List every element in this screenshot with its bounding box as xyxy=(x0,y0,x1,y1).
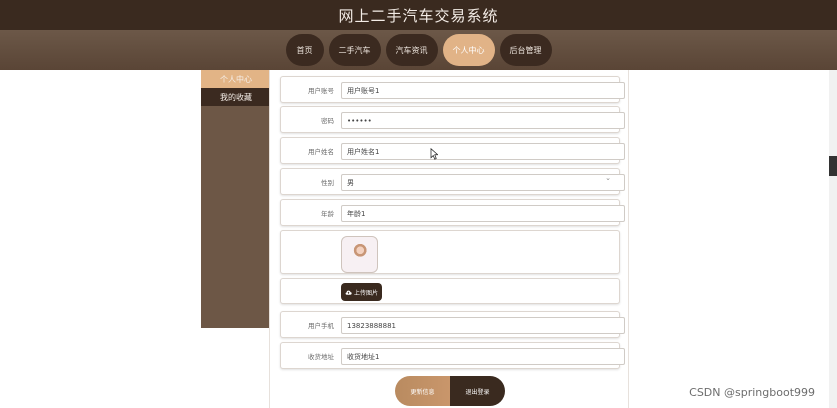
gender-label: 性别 xyxy=(321,179,334,187)
nav-home[interactable]: 首页 xyxy=(285,34,324,66)
nav-car-news[interactable]: 汽车资讯 xyxy=(385,34,438,66)
password-label: 密码 xyxy=(321,117,334,125)
name-label: 用户姓名 xyxy=(308,148,334,156)
page-scrollbar[interactable] xyxy=(829,70,837,408)
form-actions: 更新信息 退出登录 xyxy=(395,376,505,406)
avatar-row xyxy=(280,230,620,274)
address-row: 收货地址 收货地址1 xyxy=(280,342,625,369)
page-title: 网上二手汽车交易系统 xyxy=(338,6,499,25)
top-nav: 首页 二手汽车 汽车资讯 个人中心 后台管理 xyxy=(0,30,837,70)
app-header: 网上二手汽车交易系统 xyxy=(0,0,837,30)
phone-label: 用户手机 xyxy=(308,322,334,330)
mouse-pointer-icon xyxy=(430,148,438,160)
main-content: 个人中心 我的收藏 用户账号 用户账号1 密码 •••••• 用户姓名 用户姓名… xyxy=(0,70,837,408)
profile-panel: 用户账号 用户账号1 密码 •••••• 用户姓名 用户姓名1 性别 男 ⌄ 年… xyxy=(269,70,629,408)
upload-image-label: 上传图片 xyxy=(354,289,379,297)
name-input[interactable]: 用户姓名1 xyxy=(341,143,625,160)
watermark: CSDN @springboot999 xyxy=(689,386,815,399)
phone-row: 用户手机 13823888881 xyxy=(280,311,625,338)
update-info-button[interactable]: 更新信息 xyxy=(395,376,450,406)
nav-personal-center[interactable]: 个人中心 xyxy=(442,34,495,66)
password-input[interactable]: •••••• xyxy=(341,112,625,129)
gender-select[interactable]: 男 xyxy=(341,174,625,191)
age-input[interactable]: 年龄1 xyxy=(341,205,625,222)
age-label: 年龄 xyxy=(321,210,334,218)
password-row: 密码 •••••• xyxy=(280,106,625,133)
account-label: 用户账号 xyxy=(308,87,334,95)
upload-cloud-icon xyxy=(345,290,352,295)
chevron-down-icon[interactable]: ⌄ xyxy=(605,174,611,182)
phone-input[interactable]: 13823888881 xyxy=(341,317,625,334)
age-row: 年龄 年龄1 xyxy=(280,199,625,226)
scrollbar-thumb[interactable] xyxy=(829,156,837,176)
address-label: 收货地址 xyxy=(308,353,334,361)
nav-admin[interactable]: 后台管理 xyxy=(499,34,552,66)
avatar xyxy=(341,236,378,273)
sidebar-item-personal-center[interactable]: 个人中心 xyxy=(201,70,271,88)
account-input[interactable]: 用户账号1 xyxy=(341,82,625,99)
sidebar-item-favorites[interactable]: 我的收藏 xyxy=(201,88,271,106)
upload-row: 上传图片 xyxy=(280,278,620,304)
gender-row: 性别 男 ⌄ xyxy=(280,168,625,195)
upload-image-button[interactable]: 上传图片 xyxy=(341,283,383,301)
sidebar: 个人中心 我的收藏 xyxy=(201,70,271,328)
logout-button[interactable]: 退出登录 xyxy=(450,376,505,406)
nav-used-cars[interactable]: 二手汽车 xyxy=(328,34,381,66)
account-row: 用户账号 用户账号1 xyxy=(280,76,625,103)
address-input[interactable]: 收货地址1 xyxy=(341,348,625,365)
name-row: 用户姓名 用户姓名1 xyxy=(280,137,625,164)
